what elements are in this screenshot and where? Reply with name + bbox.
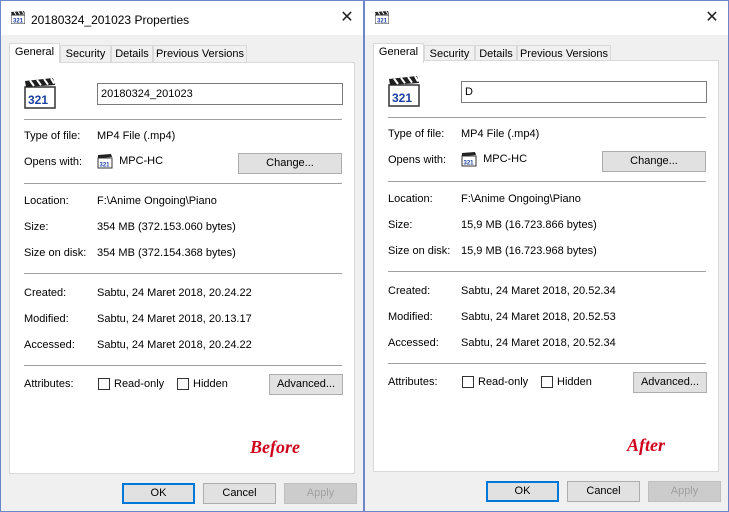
- created-value: Sabtu, 24 Maret 2018, 20.24.22: [97, 287, 252, 299]
- separator: [24, 183, 342, 184]
- svg-text:321: 321: [28, 93, 48, 107]
- properties-dialog-before: 321 20180324_201023 Properties ✕ General…: [0, 0, 364, 512]
- ok-button[interactable]: OK: [122, 483, 195, 504]
- type-of-file-label: Type of file:: [388, 128, 445, 140]
- size-value: 354 MB (372.153.060 bytes): [97, 221, 236, 233]
- created-value: Sabtu, 24 Maret 2018, 20.52.34: [461, 285, 616, 297]
- attributes-label: Attributes:: [24, 378, 74, 390]
- type-of-file-value: MP4 File (.mp4): [97, 130, 176, 142]
- modified-value: Sabtu, 24 Maret 2018, 20.13.17: [97, 313, 252, 325]
- window-title: 20180324_201023 Properties: [31, 13, 190, 27]
- modified-value: Sabtu, 24 Maret 2018, 20.52.53: [461, 311, 616, 323]
- size-value: 15,9 MB (16.723.866 bytes): [461, 219, 597, 231]
- tab-previous-versions[interactable]: Previous Versions: [153, 45, 247, 62]
- attributes-label: Attributes:: [388, 376, 438, 388]
- type-of-file-label: Type of file:: [24, 130, 81, 142]
- tab-details[interactable]: Details: [111, 45, 153, 62]
- size-on-disk-label: Size on disk:: [24, 247, 87, 259]
- created-label: Created:: [388, 285, 431, 297]
- title-bar: 321 20180324_201023 Properties ✕: [1, 1, 363, 35]
- tab-security[interactable]: Security: [60, 45, 111, 62]
- accessed-label: Accessed:: [24, 339, 75, 351]
- hidden-label[interactable]: Hidden: [193, 378, 228, 390]
- opens-with-app-name: MPC-HC: [119, 154, 164, 167]
- accessed-label: Accessed:: [388, 337, 439, 349]
- separator: [388, 117, 706, 118]
- hidden-checkbox[interactable]: [177, 378, 189, 390]
- separator: [24, 365, 342, 366]
- separator: [388, 363, 706, 364]
- size-label: Size:: [24, 221, 49, 233]
- location-value: F:\Anime Ongoing\Piano: [461, 193, 581, 205]
- tab-general[interactable]: General: [373, 43, 424, 63]
- cancel-button[interactable]: Cancel: [567, 481, 640, 502]
- tab-general[interactable]: General: [9, 43, 60, 63]
- filename-input[interactable]: [97, 83, 343, 105]
- general-panel: 321 Type of file: MP4 File (.mp4) Opens …: [373, 60, 719, 472]
- opens-with-value: 321 MPC-HC: [461, 151, 527, 167]
- accessed-value: Sabtu, 24 Maret 2018, 20.24.22: [97, 339, 252, 351]
- separator: [24, 273, 342, 274]
- readonly-checkbox[interactable]: [462, 376, 474, 388]
- opens-with-label: Opens with:: [388, 154, 447, 166]
- separator: [388, 181, 706, 182]
- before-stamp: Before: [250, 437, 300, 457]
- mpc-hc-321-clapper-icon: 321: [388, 75, 420, 107]
- after-stamp: After: [627, 435, 665, 455]
- properties-dialog-after: 321 ✕ General Security Details Previous …: [364, 0, 729, 512]
- close-button[interactable]: ✕: [696, 3, 728, 33]
- mpc-hc-321-clapper-icon: 321: [24, 77, 56, 109]
- change-button[interactable]: Change...: [602, 151, 706, 172]
- apply-button[interactable]: Apply: [284, 483, 357, 504]
- close-button[interactable]: ✕: [331, 3, 363, 33]
- general-panel: 321 Type of file: MP4 File (.mp4) Opens …: [9, 62, 355, 474]
- mpc-hc-app-icon: 321: [461, 152, 477, 167]
- close-icon: ✕: [340, 9, 354, 26]
- separator: [24, 119, 342, 120]
- close-icon: ✕: [705, 9, 719, 26]
- opens-with-value: 321 MPC-HC: [97, 153, 163, 169]
- readonly-label[interactable]: Read-only: [478, 376, 528, 388]
- title-bar: 321 ✕: [365, 1, 728, 35]
- apply-button[interactable]: Apply: [648, 481, 721, 502]
- change-button[interactable]: Change...: [238, 153, 342, 174]
- mpc-hc-clapper-icon: 321: [11, 11, 25, 24]
- location-value: F:\Anime Ongoing\Piano: [97, 195, 217, 207]
- mpc-hc-clapper-icon: 321: [375, 11, 389, 24]
- opens-with-label: Opens with:: [24, 156, 83, 168]
- advanced-button[interactable]: Advanced...: [633, 372, 707, 393]
- svg-text:321: 321: [13, 19, 24, 25]
- modified-label: Modified:: [388, 311, 433, 323]
- mpc-hc-app-icon: 321: [97, 154, 113, 169]
- hidden-checkbox[interactable]: [541, 376, 553, 388]
- cancel-button[interactable]: Cancel: [203, 483, 276, 504]
- svg-text:321: 321: [377, 19, 388, 25]
- accessed-value: Sabtu, 24 Maret 2018, 20.52.34: [461, 337, 616, 349]
- created-label: Created:: [24, 287, 67, 299]
- size-on-disk-label: Size on disk:: [388, 245, 451, 257]
- size-on-disk-value: 354 MB (372.154.368 bytes): [97, 247, 236, 259]
- filename-input[interactable]: [461, 81, 707, 103]
- readonly-label[interactable]: Read-only: [114, 378, 164, 390]
- location-label: Location:: [24, 195, 69, 207]
- size-label: Size:: [388, 219, 413, 231]
- svg-text:321: 321: [464, 161, 475, 167]
- opens-with-app-name: MPC-HC: [483, 152, 528, 165]
- modified-label: Modified:: [24, 313, 69, 325]
- advanced-button[interactable]: Advanced...: [269, 374, 343, 395]
- separator: [388, 271, 706, 272]
- location-label: Location:: [388, 193, 433, 205]
- hidden-label[interactable]: Hidden: [557, 376, 592, 388]
- svg-text:321: 321: [100, 163, 111, 169]
- svg-text:321: 321: [392, 91, 412, 105]
- type-of-file-value: MP4 File (.mp4): [461, 128, 540, 140]
- size-on-disk-value: 15,9 MB (16.723.968 bytes): [461, 245, 597, 257]
- ok-button[interactable]: OK: [486, 481, 559, 502]
- readonly-checkbox[interactable]: [98, 378, 110, 390]
